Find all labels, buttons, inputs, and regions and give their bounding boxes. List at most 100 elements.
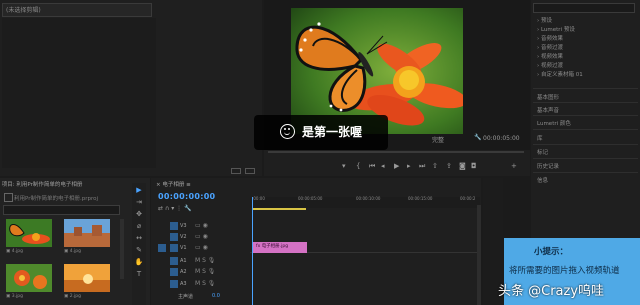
timeline-tool-icons[interactable]: ⇄ ∩ ▾ ⋮ 🔧 [158,205,192,212]
thumbnail-butterfly[interactable] [6,219,52,247]
effects-item[interactable]: › Lumetri 预设 [537,25,575,33]
fit-dropdown[interactable]: 完整 [432,135,444,144]
effects-item[interactable]: › 音频效果 [537,34,563,42]
thumbnail-label: ▣ 4.jpg [6,249,23,254]
track-v1-label: V1 [180,245,187,251]
sunset-thumb-image [64,264,110,292]
effects-item[interactable]: › 视频过渡 [537,61,563,69]
thumbnail-label: ▣ 3.jpg [6,294,23,299]
section-lumetri-color[interactable]: Lumetri 颜色 [537,119,571,127]
divider [533,144,638,145]
timeline-timecode[interactable]: 00:00:00:00 [158,192,215,201]
pen-icon[interactable]: ✎ [134,246,144,255]
effects-item[interactable]: › 预设 [537,16,552,24]
selection-tool-icon[interactable]: ▶ [134,186,144,195]
slip-icon[interactable]: ↔ [134,234,144,243]
ruler-tick: 00:00:15:00 [408,196,433,201]
section-libraries[interactable]: 库 [537,134,543,142]
hand-icon[interactable]: ✋ [134,258,144,267]
divider [533,102,638,103]
ruler-tick: :00:00 [252,196,265,201]
program-scrubber[interactable] [268,151,524,153]
divider [533,115,638,116]
divider [533,158,638,159]
track-a3-label: A3 [180,281,187,287]
track-target-a3[interactable] [170,280,178,288]
master-track-label: 主声道 [178,294,194,300]
track-v2-label: V2 [180,234,187,240]
divider [533,172,638,173]
step-back-frame-icon[interactable]: ◂ [381,162,385,170]
work-area-bar[interactable] [252,208,306,210]
source-patch-v1[interactable] [158,244,166,252]
step-back-icon[interactable]: ⏮ [369,162,375,171]
thumbnail-label: ▣ 4.jpg [64,249,81,254]
divider [533,129,638,130]
camera-icon[interactable]: ◘ [471,162,477,170]
thumbnail-sunset[interactable] [64,264,110,292]
ripple-edit-icon[interactable]: ✥ [134,210,144,219]
premiere-window: (未选择剪辑) 完整 🔧 00:00:05:00 ▾ {⏮ ◂ ▶ ▸ ⏭ ⇧… [0,0,640,305]
mute-solo-icons-a2[interactable]: M S 🎙 [195,268,215,275]
divider [533,88,638,89]
clip-label: fx 电子相册.jpg [256,244,289,249]
timeline-scrollbar[interactable] [477,205,481,305]
export-frame-icon[interactable]: ◙ [459,162,466,170]
wrench-icon[interactable]: 🔧 [474,134,481,141]
razor-icon[interactable]: ⌀ [134,222,144,231]
step-forward-frame-icon[interactable]: ▸ [407,162,411,170]
track-select-icon[interactable]: ⇥ [134,198,144,207]
track-v3-label: V3 [180,223,187,229]
thumbnail-desert[interactable] [64,219,110,247]
effects-search-input[interactable] [533,3,635,13]
settings-icon[interactable] [245,168,255,174]
wrench-icon[interactable] [231,168,241,174]
mark-out-icon[interactable]: { [356,162,360,170]
track-target-v3[interactable] [170,222,178,230]
effects-item[interactable]: › 音频过渡 [537,43,563,51]
lock-eye-icons-v2[interactable]: ▭ ◉ [195,233,208,240]
flower-thumb-image [6,264,52,292]
watermark: 头条 @Crazy呜哇 [498,284,605,299]
extract-icon[interactable]: ⇪ [446,162,452,170]
track-a2-label: A2 [180,269,187,275]
section-essential-sound[interactable]: 基本声音 [537,106,559,114]
project-file-name: 利用Pr制作简单的电子相册.prproj [14,196,99,202]
mark-in-icon[interactable]: ▾ [342,162,346,170]
type-icon[interactable]: T [134,270,144,279]
section-essential-graphics[interactable]: 基本图形 [537,93,559,101]
project-panel-title[interactable]: 项目: 利用Pr制作简单的电子相册 [0,180,150,188]
track-a1-label: A1 [180,258,187,264]
play-icon[interactable]: ▶ [394,162,399,170]
thumbnail-flower[interactable] [6,264,52,292]
section-markers[interactable]: 标记 [537,148,548,156]
master-volume-value[interactable]: 0.0 [212,293,220,299]
lock-eye-icons-v1[interactable]: ▭ ◉ [195,244,208,251]
effects-item[interactable]: › 视频效果 [537,52,563,60]
add-button-icon[interactable]: + [511,162,517,170]
track-target-a2[interactable] [170,268,178,276]
program-timecode: 00:00:05:00 [483,135,520,142]
track-target-v2[interactable] [170,233,178,241]
project-scrollbar[interactable] [120,219,124,279]
step-forward-icon[interactable]: ⏭ [419,162,425,171]
ruler-tick: 00:00:10:00 [356,196,381,201]
section-info[interactable]: 信息 [537,176,548,184]
timeline-tab[interactable]: × 电子相册 ≡ [156,180,191,188]
caption-text: 是第一张喔 [302,125,363,139]
effects-item[interactable]: › 自定义素材箱 01 [537,70,583,78]
mute-solo-icons-a3[interactable]: M S 🎙 [195,280,215,287]
lock-eye-icons-v3[interactable]: ▭ ◉ [195,222,208,229]
track-target-v1[interactable] [170,244,178,252]
lift-icon[interactable]: ⇧ [432,162,438,170]
folder-icon [4,193,13,202]
section-history[interactable]: 历史记录 [537,162,559,170]
source-clip-dropdown[interactable]: (未选择剪辑) [2,3,152,17]
desert-thumb-image [64,219,110,247]
project-search-input[interactable] [3,205,120,215]
playhead[interactable] [252,197,253,305]
track-target-a1[interactable] [170,257,178,265]
tip-body: 将所需要的图片拖入视频轨道 [509,266,620,276]
mute-solo-icons-a1[interactable]: M S 🎙 [195,257,215,264]
ruler-tick: 00:00:05:00 [298,196,323,201]
